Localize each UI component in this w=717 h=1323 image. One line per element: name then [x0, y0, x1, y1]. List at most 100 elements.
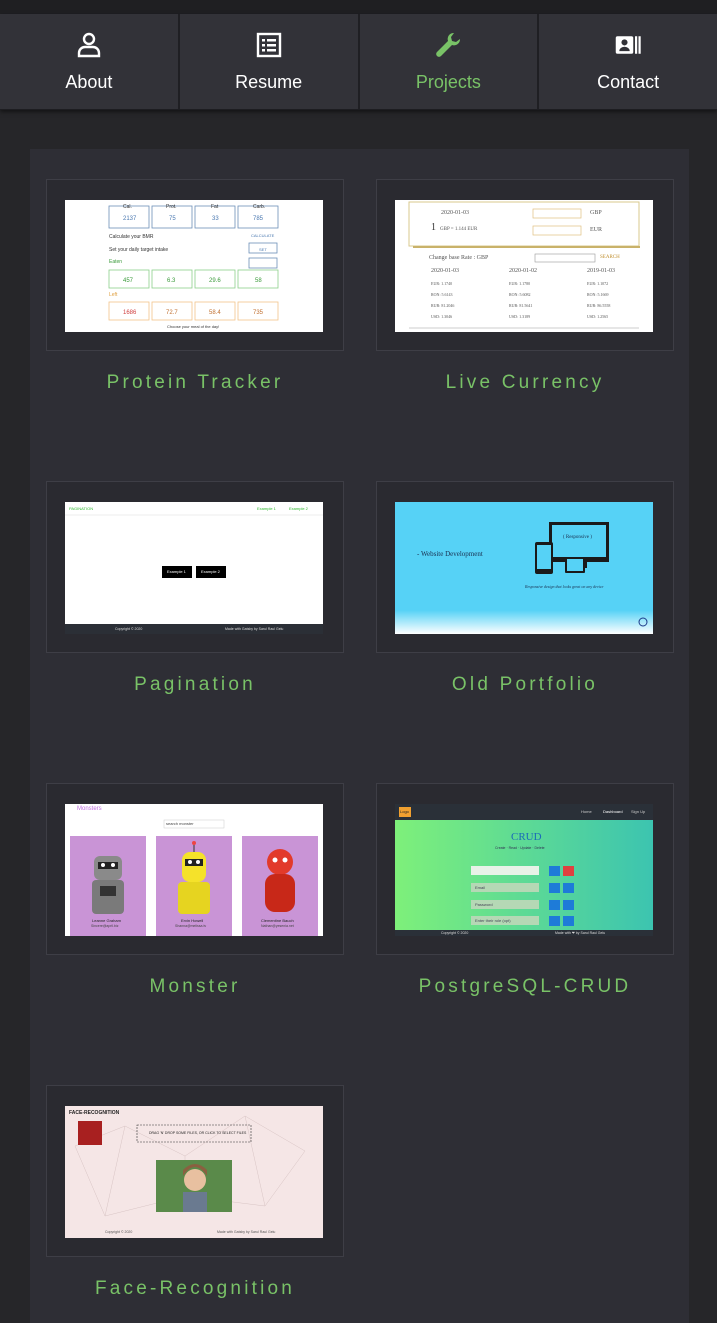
project-card-protein-tracker[interactable]: Cal. Prot. Fat Carb. 2137 75 33 785 Calc…: [30, 149, 344, 393]
calc-button[interactable]: CALCULATE: [251, 233, 274, 238]
currency-from-select[interactable]: GBP: [590, 210, 602, 216]
rate-cell: EUR: 1.1780: [509, 281, 531, 286]
crud-field[interactable]: Enter their role (opt): [475, 918, 511, 923]
monster-email: Sincere@april.biz: [91, 924, 119, 928]
crud-field[interactable]: Password: [475, 902, 493, 907]
project-title[interactable]: Old Portfolio: [376, 674, 674, 696]
eaten-label: Eaten: [109, 259, 123, 265]
rate-date-3: 2019-01-03: [587, 268, 615, 274]
rate-cell: RUB: 86.5558: [587, 303, 611, 308]
crud-nav-home[interactable]: Home: [581, 809, 592, 814]
nav-label-projects: Projects: [415, 71, 481, 92]
rate-cell: RON: 5.6143: [431, 292, 453, 297]
value-prot: 75: [169, 216, 176, 222]
thumbnail-live-currency[interactable]: 2020-01-03 1 GBP = 1.144 EUR GBP EUR Cha…: [395, 200, 653, 332]
footer-made: Made with ❤ by Sarul Raul Gelu: [555, 931, 606, 935]
portfolio-responsive: ( Responsive ): [563, 535, 592, 540]
nav-item-contact[interactable]: Contact: [539, 14, 717, 109]
left-carb: 735: [253, 310, 264, 316]
face-brand: FACE-RECOGNITION: [69, 1110, 120, 1116]
project-card-face-recognition[interactable]: FACE-RECOGNITION DRAG 'N' DROP SOME FILE…: [30, 1055, 344, 1299]
currency-amount: 1: [431, 222, 436, 233]
nav-item-resume[interactable]: Resume: [180, 14, 360, 109]
left-label: Left: [109, 292, 118, 298]
target-label: Set your daily target intake: [109, 247, 169, 253]
search-button[interactable]: SEARCH: [600, 255, 620, 260]
footer-copyright: Copyright © 2020: [441, 931, 469, 935]
project-title[interactable]: Live Currency: [376, 372, 674, 394]
nav-label-contact: Contact: [597, 71, 660, 92]
project-title[interactable]: PostgreSQL-CRUD: [376, 976, 674, 998]
project-title[interactable]: Protein Tracker: [46, 372, 344, 394]
monster-brand: Monsters: [77, 806, 102, 812]
crud-nav-signup[interactable]: Sign Up: [631, 809, 645, 814]
crud-logo[interactable]: Logo: [400, 809, 409, 814]
rate-cell: RUB: 81.5641: [509, 303, 533, 308]
rate-cell: EUR: 1.1072: [587, 281, 609, 286]
left-prot: 72.7: [166, 310, 178, 316]
currency-gbp-line: GBP = 1.144 EUR: [440, 227, 478, 232]
list-icon: [255, 31, 283, 64]
rate-cell: USD: 1.3189: [509, 314, 531, 319]
rate-cell: RUB: 81.2046: [431, 303, 455, 308]
pagination-brand: PAGINATION: [69, 506, 94, 511]
rate-cell: EUR: 1.1740: [431, 281, 453, 286]
contact-card-icon: [614, 31, 642, 64]
project-title[interactable]: Pagination: [46, 674, 344, 696]
project-card-live-currency[interactable]: 2020-01-03 1 GBP = 1.144 EUR GBP EUR Cha…: [360, 149, 674, 393]
top-navigation: About Resume Projects Contact: [0, 14, 717, 110]
set-button[interactable]: SET: [259, 247, 267, 252]
thumbnail-postgresql-crud[interactable]: Logo Home Dashboard Sign Up CRUD Create …: [395, 804, 653, 936]
project-card-monster[interactable]: Monsters search monster Leanne Graham Si…: [30, 753, 344, 997]
project-card-pagination[interactable]: PAGINATION Example 1 Example 2 Example 1…: [30, 451, 344, 695]
project-title[interactable]: Face-Recognition: [46, 1278, 344, 1300]
nav-item-about[interactable]: About: [0, 14, 180, 109]
eaten-cal: 457: [123, 278, 134, 284]
example-button[interactable]: Example 2: [201, 569, 220, 574]
wrench-icon: [434, 31, 462, 64]
footer-text: Choose your meal of the day!: [167, 324, 220, 329]
nav-link[interactable]: Example 1: [257, 506, 276, 511]
crud-nav-dashboard[interactable]: Dashboard: [603, 809, 623, 814]
monster-search-input[interactable]: search monster: [166, 821, 194, 826]
example-button[interactable]: Example 1: [167, 569, 186, 574]
thumbnail-pagination[interactable]: PAGINATION Example 1 Example 2 Example 1…: [65, 502, 323, 634]
project-card-postgresql-crud[interactable]: Logo Home Dashboard Sign Up CRUD Create …: [360, 753, 674, 997]
crud-subnav: Create · Read · Update · Delete: [495, 846, 545, 850]
status-strip: [0, 0, 717, 14]
monster-name: Clementine Bauch: [261, 918, 294, 923]
eaten-prot: 6.3: [167, 278, 176, 284]
rate-cell: USD: 1.3046: [431, 314, 453, 319]
project-title[interactable]: Monster: [46, 976, 344, 998]
thumbnail-protein-tracker[interactable]: Cal. Prot. Fat Carb. 2137 75 33 785 Calc…: [65, 200, 323, 332]
label-cal: Cal.: [123, 204, 132, 210]
nav-label-resume: Resume: [235, 71, 303, 92]
currency-to-select[interactable]: EUR: [590, 227, 602, 233]
crud-field[interactable]: Email: [475, 885, 485, 890]
label-carb: Carb.: [253, 204, 266, 210]
footer-made: Made with Gatsby by Sarul Raul Gelu: [225, 627, 284, 631]
portfolio-caption: Responsive design that looks great on an…: [525, 584, 604, 589]
crud-heading: CRUD: [511, 831, 542, 843]
projects-panel: Cal. Prot. Fat Carb. 2137 75 33 785 Calc…: [30, 149, 689, 1323]
nav-item-projects[interactable]: Projects: [360, 14, 540, 109]
base-rate-label: Change base Rate : GBP: [429, 255, 489, 261]
face-dropzone[interactable]: DRAG 'N' DROP SOME FILES, OR CLICK TO SE…: [149, 1131, 246, 1135]
eaten-fat: 29.6: [209, 278, 221, 284]
rate-cell: USD: 1.2565: [587, 314, 609, 319]
footer-copyright: Copyright © 2020: [105, 1230, 133, 1234]
left-cal: 1686: [123, 310, 137, 316]
nav-link[interactable]: Example 2: [289, 506, 308, 511]
project-card-old-portfolio[interactable]: - Website Development ( Responsive ) Res…: [360, 451, 674, 695]
value-carb: 785: [253, 216, 264, 222]
currency-date: 2020-01-03: [441, 210, 469, 216]
rate-cell: RON: 5.1669: [587, 292, 609, 297]
thumbnail-old-portfolio[interactable]: - Website Development ( Responsive ) Res…: [395, 502, 653, 634]
monster-name: Ervin Howell: [181, 918, 204, 923]
left-fat: 58.4: [209, 310, 221, 316]
monster-name: Leanne Graham: [92, 918, 121, 923]
thumbnail-face-recognition[interactable]: FACE-RECOGNITION DRAG 'N' DROP SOME FILE…: [65, 1106, 323, 1238]
thumbnail-monster[interactable]: Monsters search monster Leanne Graham Si…: [65, 804, 323, 936]
rate-date-1: 2020-01-03: [431, 268, 459, 274]
rate-cell: RON: 5.6082: [509, 292, 531, 297]
